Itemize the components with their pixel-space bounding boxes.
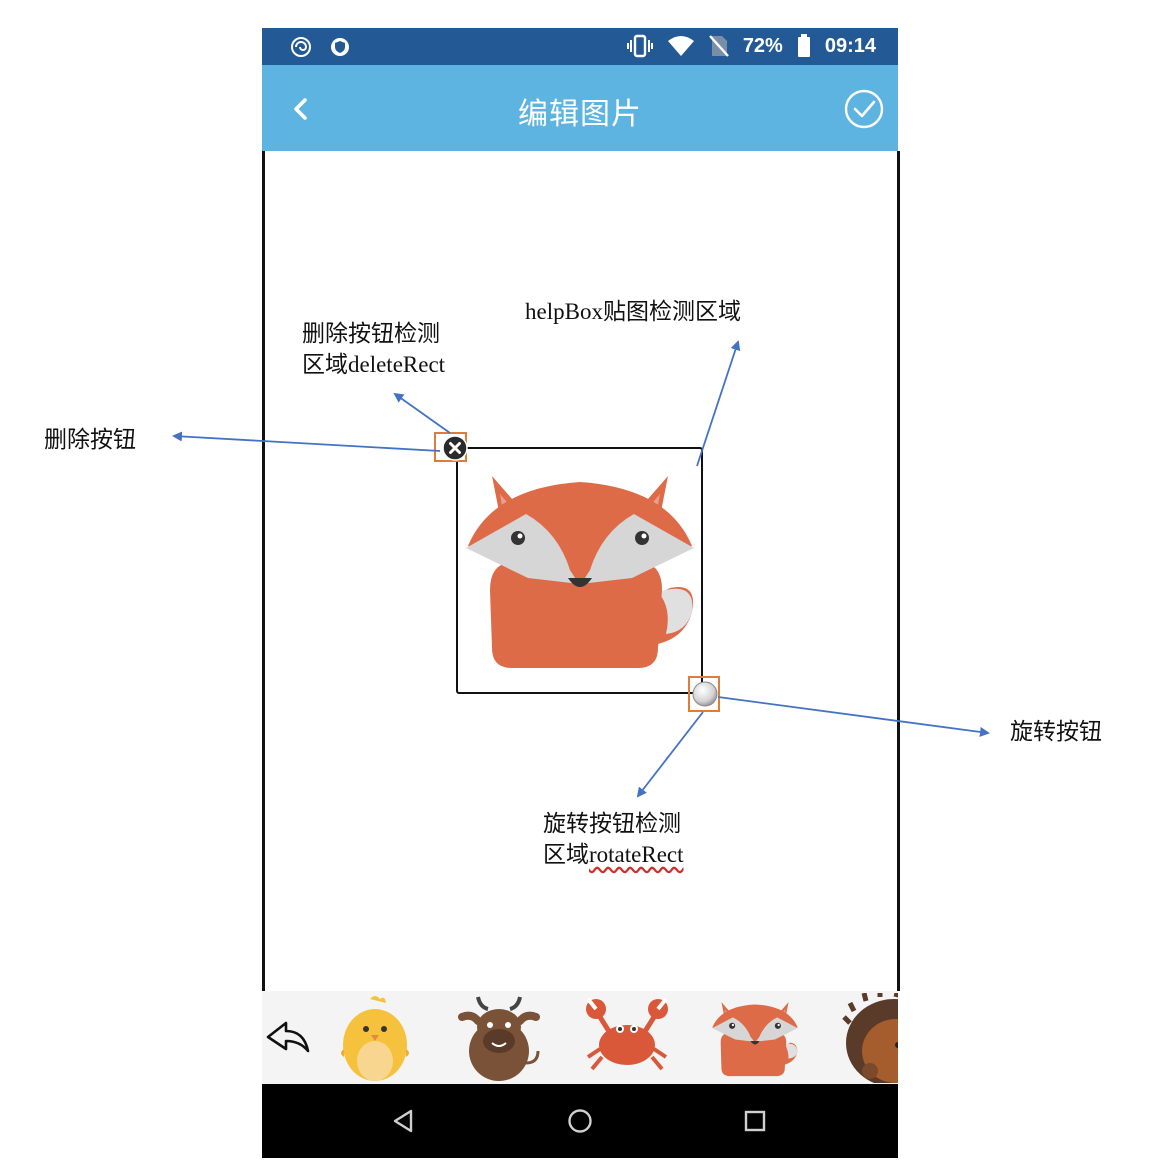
close-icon bbox=[442, 435, 468, 461]
chick-sticker[interactable] bbox=[330, 993, 420, 1083]
vibrate-icon bbox=[626, 34, 653, 58]
check-circle-icon bbox=[844, 89, 884, 129]
rotate-handle-icon bbox=[692, 681, 718, 707]
square-recents-icon bbox=[744, 1110, 766, 1132]
hedgehog-icon bbox=[842, 991, 898, 1084]
delete-button[interactable] bbox=[442, 435, 468, 461]
delete-rect-annotation-code: deleteRect bbox=[348, 352, 446, 377]
hedgehog-sticker[interactable] bbox=[840, 991, 898, 1084]
clock: 09:14 bbox=[824, 35, 876, 57]
crab-icon bbox=[586, 997, 668, 1071]
delete-rect-annotation-line1: 删除按钮检测 bbox=[302, 321, 440, 346]
fox-canvas-sticker[interactable] bbox=[462, 462, 698, 678]
app-bar: 编辑图片 bbox=[262, 65, 898, 151]
sticker-bar bbox=[262, 991, 898, 1084]
status-right: 72% 09:14 bbox=[626, 34, 876, 58]
helpbox-annotation: helpBox贴图检测区域 bbox=[525, 299, 741, 324]
rotate-button-annotation: 旋转按钮 bbox=[1010, 719, 1102, 744]
wifi-icon bbox=[667, 36, 694, 56]
undo-button[interactable] bbox=[264, 1017, 314, 1057]
ox-sticker[interactable] bbox=[454, 993, 544, 1083]
delete-rect-annotation: 删除按钮检测 区域deleteRect bbox=[302, 318, 445, 380]
delete-button-annotation: 删除按钮 bbox=[44, 427, 136, 452]
delete-rect-annotation-line2: 区域deleteRect bbox=[302, 349, 445, 380]
no-sim-icon bbox=[708, 35, 729, 57]
swirl-app-icon bbox=[291, 37, 311, 57]
rotate-rect-annotation-line1: 旋转按钮检测 bbox=[543, 811, 681, 836]
rotate-rect-annotation: 旋转按钮检测 区域rotateRect bbox=[543, 808, 684, 870]
rotate-rect-annotation-line2: 区域rotateRect bbox=[543, 839, 684, 870]
rotate-rect-annotation-prefix: 区域 bbox=[543, 842, 589, 867]
triangle-back-icon bbox=[393, 1109, 413, 1133]
fox-icon bbox=[712, 1002, 798, 1077]
nav-home-button[interactable] bbox=[565, 1106, 595, 1136]
fox-sticker[interactable] bbox=[710, 993, 800, 1083]
system-nav-bar bbox=[262, 1084, 898, 1158]
battery-percent: 72% bbox=[742, 35, 783, 57]
confirm-button[interactable] bbox=[844, 89, 884, 129]
crab-sticker[interactable] bbox=[582, 993, 672, 1083]
nav-back-button[interactable] bbox=[389, 1106, 419, 1136]
undo-arrow-icon bbox=[266, 1021, 310, 1053]
page-title: 编辑图片 bbox=[518, 97, 642, 132]
shield-app-icon bbox=[331, 38, 349, 56]
ox-icon bbox=[458, 996, 540, 1081]
status-left-icons bbox=[290, 36, 350, 58]
nav-recents-button[interactable] bbox=[740, 1106, 770, 1136]
delete-rect-annotation-prefix: 区域 bbox=[302, 352, 348, 377]
rotate-rect-annotation-code: rotateRect bbox=[589, 842, 684, 867]
rotate-button[interactable] bbox=[691, 680, 719, 708]
chick-icon bbox=[341, 996, 409, 1081]
circle-home-icon bbox=[568, 1109, 592, 1133]
battery-icon bbox=[797, 34, 810, 57]
status-bar: 72% 09:14 bbox=[262, 28, 898, 65]
